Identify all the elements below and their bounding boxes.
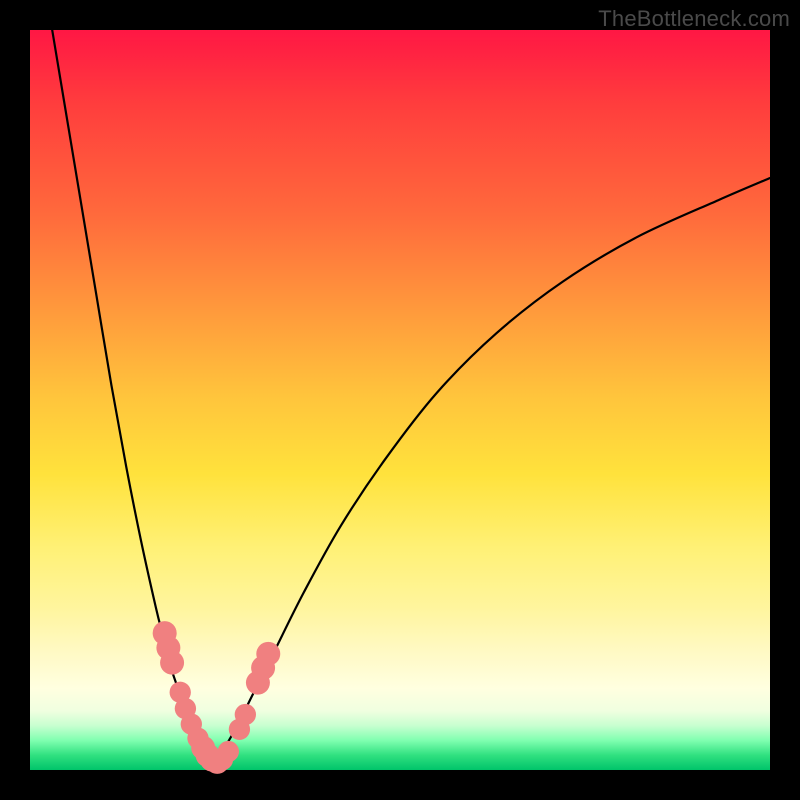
right-curve [215, 178, 770, 763]
marker-point [218, 741, 239, 762]
chart-svg [30, 30, 770, 770]
watermark-text: TheBottleneck.com [598, 6, 790, 32]
marker-point [235, 704, 256, 725]
left-curve [52, 30, 215, 763]
markers-group [153, 621, 281, 774]
marker-point [160, 651, 184, 675]
marker-point [256, 642, 280, 666]
